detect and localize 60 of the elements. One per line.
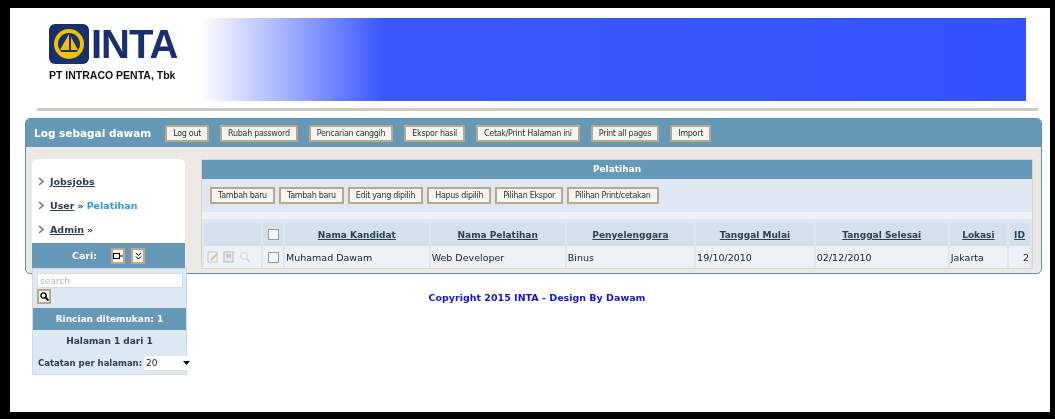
toolbar-button[interactable]: Rubah password [220, 124, 298, 142]
magnifier-icon[interactable] [239, 251, 251, 263]
action-button[interactable]: Tambah baru [278, 187, 344, 204]
page-indicator: Halaman 1 dari 1 [65, 335, 154, 348]
dropdown-arrow-icon [183, 361, 190, 365]
toolbar-button[interactable]: Cetak/Print Halaman ini [476, 124, 580, 142]
select-all-checkbox[interactable] [267, 229, 279, 240]
action-button[interactable]: Pilihan Ekspor [495, 187, 564, 204]
search-field[interactable]: search [37, 273, 183, 288]
logged-in-label: Log sebagai dawam [34, 127, 152, 139]
row-checkbox[interactable] [267, 252, 279, 263]
toolbar-button[interactable]: Log out [165, 124, 210, 142]
expand-button[interactable] [131, 247, 146, 264]
chevron-icon [38, 224, 44, 234]
table-cell: Muhamad Dawam [285, 246, 429, 268]
logo-wordmark: INTA [91, 24, 178, 64]
toolbar-button[interactable]: Pencarian canggih [308, 124, 394, 142]
table-cell: 02/12/2010 [815, 246, 948, 268]
action-button[interactable]: Pilihan Print/cetakan [567, 187, 659, 204]
toggle-button[interactable] [111, 247, 126, 264]
sidebar-link[interactable]: Admin [50, 223, 85, 235]
table-title: Pelatihan [202, 160, 1032, 179]
sailboat-emblem-icon [49, 24, 89, 64]
per-page-select[interactable]: 20 [144, 356, 192, 370]
sort-link[interactable]: Penyelenggara [592, 229, 669, 240]
table-cell: Web Developer [430, 246, 565, 268]
table-cell: Jakarta [949, 246, 1008, 268]
sort-link[interactable]: Nama Pelatihan [457, 229, 538, 240]
per-page-label: Catatan per halaman: [38, 358, 143, 368]
company-name: PT INTRACO PENTA, Tbk [49, 69, 177, 81]
chevron-icon [38, 200, 44, 210]
toolbar-button[interactable]: Print all pages [590, 124, 660, 142]
table-cell: Binus [566, 246, 695, 268]
copyright-text: Copyright 2015 INTA - Design By Dawam [428, 292, 646, 303]
search-icon [39, 292, 49, 301]
sort-link[interactable]: ID [1014, 229, 1025, 240]
table-cell: 19/10/2010 [696, 246, 814, 268]
table-cell: 2 [1009, 246, 1030, 268]
double-chevron-down-icon [134, 251, 142, 260]
breadcrumb-separator: » [77, 199, 84, 211]
sidebar-link[interactable]: Jobsjobs [50, 175, 95, 187]
action-button[interactable]: Edit yang dipilih [347, 187, 424, 204]
sort-link[interactable]: Lokasi [962, 229, 995, 240]
edit-icon[interactable] [207, 251, 219, 263]
toolbar-button[interactable]: Ekspor hasil [404, 124, 465, 142]
header-cell [204, 223, 261, 246]
sort-link[interactable]: Nama Kandidat [317, 229, 396, 240]
toggle-icon [113, 251, 124, 260]
results-count: Rincian ditemukan: 1 [33, 308, 186, 330]
action-button[interactable]: Tambah baru [210, 187, 275, 204]
search-button[interactable] [37, 289, 51, 304]
sort-link[interactable]: Tanggal Mulai [719, 229, 791, 240]
copy-icon[interactable] [223, 251, 235, 263]
breadcrumb-separator: » [87, 223, 94, 235]
search-title: Cari: [71, 250, 98, 261]
sidebar-link[interactable]: User [50, 199, 75, 211]
sort-link[interactable]: Tanggal Selesai [842, 229, 922, 240]
action-button[interactable]: Hapus dipilih [427, 187, 492, 204]
toolbar-button[interactable]: Import [670, 124, 712, 142]
chevron-icon [38, 176, 44, 186]
